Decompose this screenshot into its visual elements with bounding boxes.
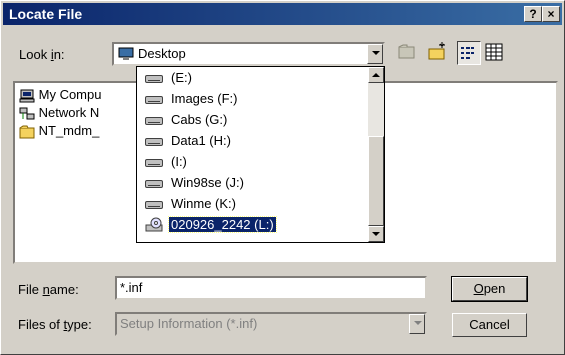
chevron-up-icon (372, 73, 380, 77)
list-item[interactable]: My Compu (19, 87, 101, 103)
filename-input[interactable]: *.inf (115, 276, 427, 300)
list-view-button[interactable] (457, 41, 481, 65)
chevron-down-icon (372, 51, 380, 55)
up-folder-button[interactable] (396, 41, 420, 65)
window-title: Locate File (9, 6, 83, 22)
list-item-label: My Compu (38, 87, 102, 102)
cdrom-icon (145, 217, 163, 233)
details-view-icon (485, 43, 503, 61)
lookin-dropdown-button[interactable] (367, 44, 383, 64)
drive-icon (145, 201, 163, 209)
lookin-combo[interactable]: Desktop (112, 42, 385, 66)
filetype-select[interactable]: Setup Information (*.inf) (115, 312, 427, 336)
chevron-down-icon (372, 232, 380, 236)
drive-icon (145, 96, 163, 104)
list-item[interactable]: NT_mdm_ (19, 123, 99, 139)
lookin-value: Desktop (138, 46, 186, 61)
cancel-button[interactable]: Cancel (452, 313, 527, 337)
computer-icon (19, 89, 35, 103)
dropdown-scrollbar[interactable] (368, 67, 384, 242)
folder-icon (19, 125, 35, 139)
scroll-down-button[interactable] (368, 226, 384, 242)
filetype-value: Setup Information (*.inf) (120, 316, 258, 331)
new-folder-icon (428, 42, 445, 60)
filetype-dropdown-button[interactable] (409, 314, 425, 334)
list-item-label: Network N (38, 105, 100, 120)
drive-icon (145, 75, 163, 83)
title-bar[interactable]: Locate File ? × (3, 3, 562, 25)
filetype-label: Files of type: (18, 317, 92, 332)
scroll-thumb[interactable] (368, 136, 384, 226)
lookin-label: Look in: (19, 47, 65, 62)
desktop-icon (118, 47, 134, 61)
list-view-icon (461, 47, 474, 59)
details-view-button[interactable] (483, 41, 507, 65)
drive-icon (145, 180, 163, 188)
locate-file-dialog: Locate File ? × Look in: Desktop My Comp… (0, 0, 565, 355)
chevron-down-icon (414, 321, 422, 325)
up-folder-icon (398, 44, 415, 59)
list-item[interactable]: Network N (19, 105, 99, 121)
drive-icon (145, 159, 163, 167)
list-item-label: NT_mdm_ (38, 123, 100, 138)
scroll-up-button[interactable] (368, 67, 384, 83)
help-button[interactable]: ? (524, 6, 542, 22)
network-icon (19, 107, 35, 121)
drive-icon (145, 117, 163, 125)
lookin-dropdown-list[interactable]: (E:) Images (F:) Cabs (G:) Data1 (H:) (I… (136, 66, 385, 243)
open-button[interactable]: Open (451, 276, 528, 302)
new-folder-button[interactable] (426, 41, 450, 65)
drive-icon (145, 138, 163, 146)
close-button[interactable]: × (542, 6, 560, 22)
filename-label: File name: (18, 282, 79, 297)
